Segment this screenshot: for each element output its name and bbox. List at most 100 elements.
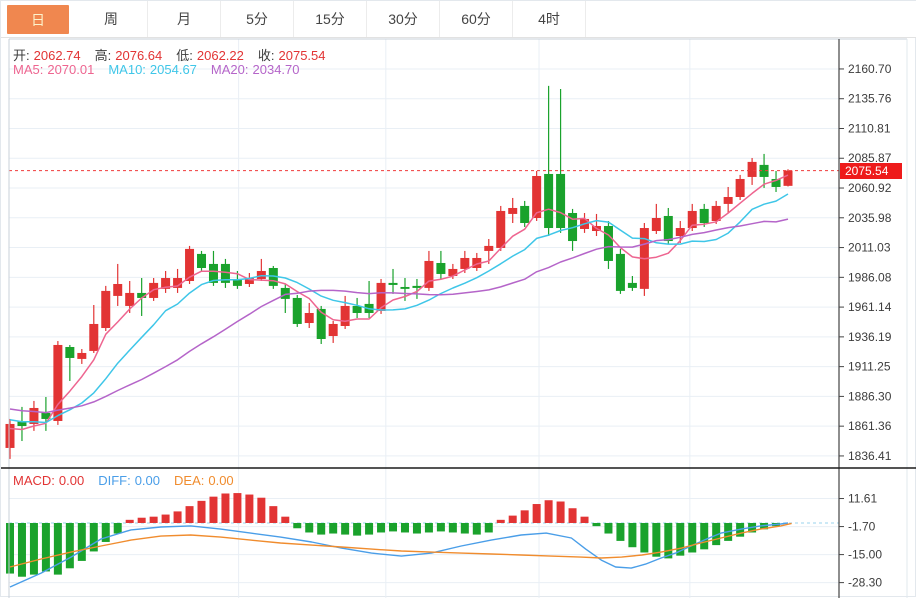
tab-60分[interactable]: 60分 bbox=[440, 1, 513, 37]
candle-body bbox=[304, 312, 314, 324]
macd-bar bbox=[293, 522, 302, 529]
macd-bar bbox=[412, 522, 421, 534]
axis-tick-label: -28.30 bbox=[848, 576, 882, 590]
candle-body bbox=[340, 305, 350, 326]
diff-value: 0.00 bbox=[134, 473, 161, 488]
ma5-label: MA5: bbox=[13, 62, 44, 77]
macd-bar bbox=[484, 522, 493, 533]
ma20-line bbox=[9, 218, 789, 414]
candle-body bbox=[436, 262, 446, 274]
axis-tick-label: 1986.08 bbox=[848, 270, 892, 284]
ma-readout: MA5: 2070.01 MA10: 2054.67 MA20: 2034.70 bbox=[13, 62, 304, 77]
dea-label: DEA: bbox=[174, 473, 205, 488]
macd-bar bbox=[688, 522, 697, 553]
candle-body bbox=[663, 215, 673, 242]
close-label: 收: bbox=[257, 48, 275, 63]
tab-4时[interactable]: 4时 bbox=[513, 1, 586, 37]
candle-body bbox=[5, 423, 15, 448]
candle-body bbox=[544, 173, 554, 229]
axis-tick-label: 2011.03 bbox=[848, 241, 891, 255]
tab-日[interactable]: 日 bbox=[7, 5, 69, 34]
close-value: 2075.54 bbox=[278, 48, 326, 63]
candle-body bbox=[556, 173, 566, 229]
candle-body bbox=[352, 305, 362, 313]
candle-body bbox=[627, 282, 637, 288]
candle-body bbox=[615, 253, 625, 291]
macd-bar bbox=[389, 522, 398, 532]
candle-body bbox=[735, 178, 745, 197]
tab-30分[interactable]: 30分 bbox=[367, 1, 440, 37]
axis-tick-label: 1911.25 bbox=[848, 360, 891, 374]
macd-bar bbox=[221, 493, 230, 523]
axis-tick-label: -15.00 bbox=[848, 548, 882, 562]
macd-bar bbox=[616, 522, 625, 541]
diff-label: DIFF: bbox=[98, 473, 131, 488]
axis-tick-label: 11.61 bbox=[848, 492, 877, 506]
macd-histogram bbox=[6, 493, 781, 577]
macd-bar bbox=[281, 516, 290, 523]
kline-chart-canvas[interactable]: 2160.702135.762110.812085.872060.922035.… bbox=[1, 1, 916, 598]
macd-bar bbox=[377, 522, 386, 533]
macd-bar bbox=[460, 522, 469, 534]
macd-bar bbox=[532, 504, 541, 523]
macd-bar bbox=[137, 517, 146, 523]
tab-周[interactable]: 周 bbox=[75, 1, 148, 37]
candle-body bbox=[65, 346, 75, 358]
axis-tick-label: 2160.70 bbox=[848, 62, 892, 76]
candle-body bbox=[113, 283, 123, 296]
ma10-label: MA10: bbox=[108, 62, 146, 77]
axis-tick-label: 2135.76 bbox=[848, 92, 892, 106]
axis-tick-label: 1886.30 bbox=[848, 389, 892, 403]
macd-bar bbox=[580, 516, 589, 523]
candle-body bbox=[603, 225, 613, 261]
axis-tick-label: 2060.92 bbox=[848, 181, 892, 195]
ma10-value: 2054.67 bbox=[149, 62, 197, 77]
macd-bar bbox=[29, 522, 38, 575]
macd-bar bbox=[628, 522, 637, 548]
candle-body bbox=[484, 245, 494, 251]
macd-bar bbox=[448, 522, 457, 533]
period-tabbar: 日周月 5分 15分 30分 60分 4时 bbox=[1, 1, 916, 38]
macd-label: MACD: bbox=[13, 473, 55, 488]
macd-bar bbox=[592, 522, 601, 527]
candle-body bbox=[496, 210, 506, 248]
macd-bar bbox=[700, 522, 709, 550]
low-value: 2062.22 bbox=[196, 48, 244, 63]
macd-bar bbox=[436, 522, 445, 532]
price-axis: 2160.702135.762110.812085.872060.922035.… bbox=[839, 62, 892, 590]
candle-body bbox=[723, 196, 733, 204]
macd-value: 0.00 bbox=[58, 473, 85, 488]
macd-bar bbox=[400, 522, 409, 533]
candle-body bbox=[292, 297, 302, 324]
tab-15分[interactable]: 15分 bbox=[294, 1, 367, 37]
candles bbox=[5, 85, 793, 459]
tab-月[interactable]: 月 bbox=[148, 1, 221, 37]
macd-bar bbox=[53, 522, 62, 575]
axis-tick-label: 2110.81 bbox=[848, 121, 891, 135]
macd-bar bbox=[472, 522, 481, 535]
candle-body bbox=[376, 282, 386, 311]
macd-bar bbox=[113, 522, 122, 534]
macd-bar bbox=[353, 522, 362, 536]
candle-body bbox=[101, 290, 111, 329]
macd-bar bbox=[197, 500, 206, 523]
high-value: 2076.64 bbox=[115, 48, 163, 63]
candle-body bbox=[328, 323, 338, 337]
macd-bar bbox=[257, 497, 266, 523]
macd-bar bbox=[245, 494, 254, 523]
candle-body bbox=[783, 170, 793, 186]
macd-bar bbox=[341, 522, 350, 535]
candle-body bbox=[675, 228, 685, 237]
tab-5分[interactable]: 5分 bbox=[221, 1, 294, 37]
open-value: 2062.74 bbox=[33, 48, 81, 63]
macd-readout: MACD: 0.00 DIFF: 0.00 DEA: 0.00 bbox=[13, 473, 238, 488]
macd-bar bbox=[269, 506, 278, 523]
macd-bar bbox=[149, 516, 158, 523]
macd-bar bbox=[652, 522, 661, 557]
axis-tick-label: 2035.98 bbox=[848, 211, 892, 225]
macd-bar bbox=[640, 522, 649, 553]
macd-bar bbox=[329, 522, 338, 534]
gridlines bbox=[9, 39, 839, 598]
axis-tick-label: 1836.41 bbox=[848, 449, 892, 463]
macd-bar bbox=[496, 519, 505, 523]
